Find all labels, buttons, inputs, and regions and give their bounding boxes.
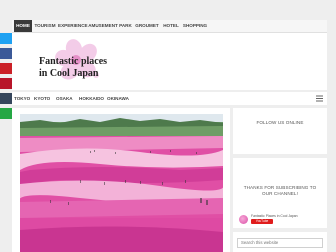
- nav-item-shopping[interactable]: SHOPPING: [182, 20, 208, 32]
- tumblr-icon[interactable]: [0, 93, 12, 104]
- main-navigation: HOME TOURISM EXPERIENCE AMUSEMENT PARK G…: [12, 20, 327, 33]
- sidebar: FOLLOW US ONLINE THANKS FOR SUBSCRIBING …: [233, 108, 327, 252]
- hamburger-menu-icon[interactable]: [316, 95, 323, 102]
- follow-widget: FOLLOW US ONLINE: [233, 108, 327, 154]
- subnav-item-hokkaido[interactable]: HOKKAIDO: [79, 92, 104, 105]
- search-input[interactable]: [237, 238, 323, 248]
- subnav-item-osaka[interactable]: OSAKA: [56, 92, 73, 105]
- social-share-bar: [0, 33, 12, 123]
- subscribe-widget: THANKS FOR SUBSCRIBING TO OUR CHANNEL! F…: [233, 158, 327, 228]
- twitter-icon[interactable]: [0, 33, 12, 44]
- subscribe-title-line2: OUR CHANNEL!: [262, 191, 298, 196]
- site-title[interactable]: Fantastic places in Cool Japan: [39, 56, 149, 79]
- nav-item-amusement-park[interactable]: AMUSEMENT PARK: [88, 20, 132, 32]
- site-header: Fantastic places in Cool Japan: [12, 33, 327, 90]
- subscribe-title: THANKS FOR SUBSCRIBING TO OUR CHANNEL!: [237, 185, 323, 197]
- header-ad-area: [162, 45, 322, 79]
- subscribe-title-line1: THANKS FOR SUBSCRIBING TO: [243, 185, 317, 190]
- hero-image[interactable]: [20, 114, 223, 252]
- site-title-line2[interactable]: in Cool Japan: [39, 68, 98, 79]
- region-navigation: TOKYO KYOTO OSAKA HOKKAIDO OKINAWA: [12, 92, 327, 105]
- youtube-subscribe-button[interactable]: YouTube: [251, 219, 273, 224]
- main-content: [12, 108, 230, 252]
- nav-item-groumet[interactable]: GROUMET: [134, 20, 160, 32]
- facebook-icon[interactable]: [0, 48, 12, 59]
- nav-item-hotel[interactable]: HOTEL: [162, 20, 180, 32]
- nav-item-experience[interactable]: EXPERIENCE: [58, 20, 88, 32]
- reddit-icon[interactable]: [0, 78, 12, 89]
- subnav-item-tokyo[interactable]: TOKYO: [14, 92, 30, 105]
- channel-avatar[interactable]: [239, 215, 248, 224]
- subnav-item-kyoto[interactable]: KYOTO: [34, 92, 50, 105]
- search-widget: [233, 232, 327, 252]
- nav-item-home[interactable]: HOME: [14, 20, 32, 32]
- whatsapp-icon[interactable]: [0, 108, 12, 119]
- channel-name[interactable]: Fantastic Places in Cool Japan: [251, 214, 298, 218]
- site-title-line1[interactable]: Fantastic places: [39, 56, 107, 67]
- follow-title: FOLLOW US ONLINE: [256, 120, 304, 125]
- nav-item-tourism[interactable]: TOURISM: [34, 20, 56, 32]
- pinterest-icon[interactable]: [0, 63, 12, 74]
- subnav-item-okinawa[interactable]: OKINAWA: [107, 92, 129, 105]
